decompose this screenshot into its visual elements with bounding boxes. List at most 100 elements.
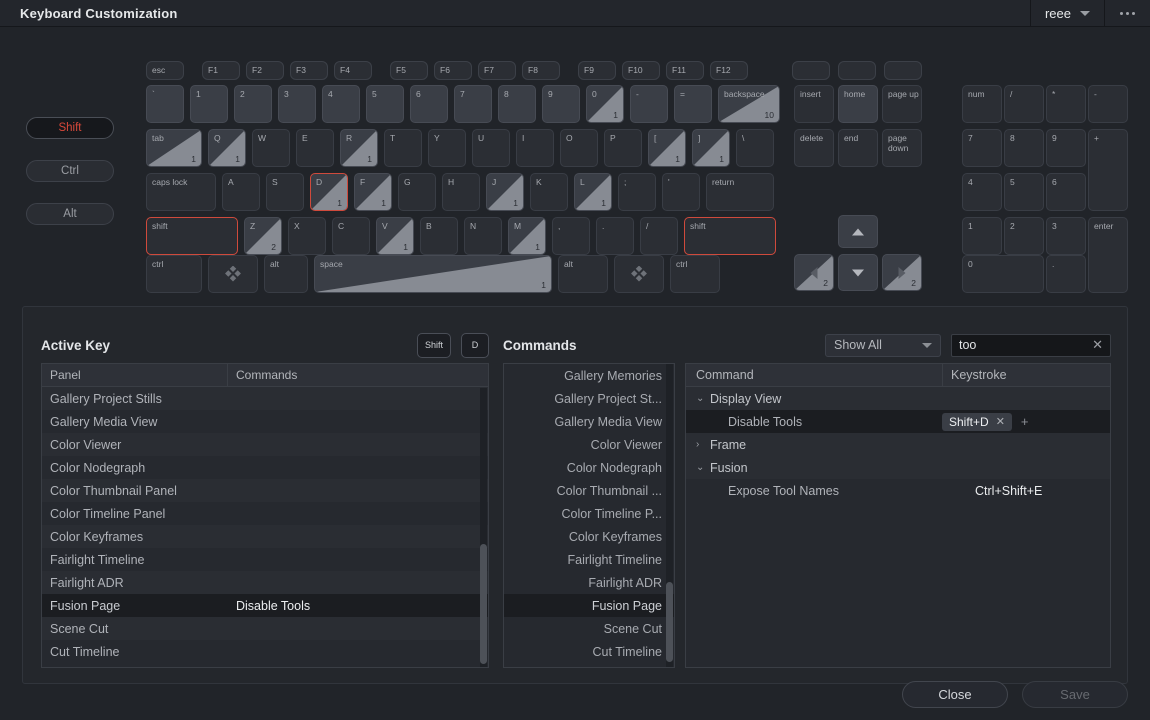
active-key-row[interactable]: Scene Cut [42, 617, 488, 640]
key-right-arrow[interactable]: 2 [882, 254, 922, 291]
key-9[interactable]: 9 [542, 85, 580, 123]
key-semicolon[interactable]: ; [618, 173, 656, 211]
key-f5[interactable]: F5 [390, 61, 428, 80]
key-backspace[interactable]: backspace 10 [718, 85, 780, 123]
key-numpad-decimal[interactable]: . [1046, 255, 1086, 293]
key-s[interactable]: S [266, 173, 304, 211]
key-numpad-9[interactable]: 9 [1046, 129, 1086, 167]
commands-panel-item[interactable]: Color Nodegraph [504, 456, 674, 479]
command-group-row[interactable]: › Frame [686, 433, 1110, 456]
key-numpad-plus[interactable]: + [1088, 129, 1128, 211]
key-o[interactable]: O [560, 129, 598, 167]
key-6[interactable]: 6 [410, 85, 448, 123]
key-a[interactable]: A [222, 173, 260, 211]
key-numpad-6[interactable]: 6 [1046, 173, 1086, 211]
key-ctrl-6[interactable]: ctrl [670, 255, 720, 293]
key-f6[interactable]: F6 [434, 61, 472, 80]
key-backtick[interactable]: ` [146, 85, 184, 123]
key-numpad-enter[interactable]: enter [1088, 217, 1128, 293]
commands-panel-item[interactable]: Scene Cut [504, 617, 674, 640]
chevron-right-icon[interactable]: › [696, 439, 710, 450]
active-key-row[interactable]: Gallery Media View [42, 410, 488, 433]
key-ctrl-0[interactable]: ctrl [146, 255, 202, 293]
plus-icon[interactable]: + [1021, 414, 1029, 429]
key-insert[interactable]: insert [794, 85, 834, 123]
key-numpad-4[interactable]: 4 [962, 173, 1002, 211]
key-f[interactable]: F1 [354, 173, 392, 211]
key-0[interactable]: 01 [586, 85, 624, 123]
command-item-row[interactable]: Expose Tool Names Ctrl+Shift+E [686, 479, 1110, 502]
commands-panel-item[interactable]: Gallery Project St... [504, 387, 674, 410]
commands-panel-item[interactable]: Gallery Memories [504, 364, 674, 387]
key-5[interactable]: 5 [366, 85, 404, 123]
panel-list-scrollbar-thumb[interactable] [666, 582, 673, 662]
key-f8[interactable]: F8 [522, 61, 560, 80]
key-blank-top-2[interactable] [884, 61, 922, 80]
key-r[interactable]: R1 [340, 129, 378, 167]
search-input[interactable]: too ✕ [951, 333, 1111, 357]
key-shift-left[interactable]: shift [146, 217, 238, 255]
key-f9[interactable]: F9 [578, 61, 616, 80]
key-q[interactable]: Q1 [208, 129, 246, 167]
key-f4[interactable]: F4 [334, 61, 372, 80]
save-button[interactable]: Save [1022, 680, 1128, 708]
key-bracket-left[interactable]: [1 [648, 129, 686, 167]
key-minus[interactable]: - [630, 85, 668, 123]
commands-panel-item[interactable]: Color Timeline P... [504, 502, 674, 525]
active-key-row[interactable]: Color Keyframes [42, 525, 488, 548]
key-numpad-8[interactable]: 8 [1004, 129, 1044, 167]
key-g[interactable]: G [398, 173, 436, 211]
active-key-row[interactable]: Fusion Page Disable Tools [42, 594, 488, 617]
key-cmd-5[interactable] [614, 255, 664, 293]
modifier-shift[interactable]: Shift [26, 117, 114, 139]
close-button[interactable]: Close [902, 680, 1008, 708]
key-f11[interactable]: F11 [666, 61, 704, 80]
show-all-dropdown[interactable]: Show All [825, 333, 941, 357]
modifier-ctrl[interactable]: Ctrl [26, 160, 114, 182]
key-esc[interactable]: esc [146, 61, 184, 80]
key-z[interactable]: Z2 [244, 217, 282, 255]
key-numpad-5[interactable]: 5 [1004, 173, 1044, 211]
key-equals[interactable]: = [674, 85, 712, 123]
key-f7[interactable]: F7 [478, 61, 516, 80]
key-end[interactable]: end [838, 129, 878, 167]
key-n[interactable]: N [464, 217, 502, 255]
key-blank-top-1[interactable] [838, 61, 876, 80]
key-cmd-1[interactable] [208, 255, 258, 293]
key-d[interactable]: D1 [310, 173, 348, 211]
key-i[interactable]: I [516, 129, 554, 167]
active-key-row[interactable]: Fairlight Timeline [42, 548, 488, 571]
commands-panel-item[interactable]: Fusion Page [504, 594, 674, 617]
commands-panel-item[interactable]: Color Viewer [504, 433, 674, 456]
active-key-row[interactable]: Cut Timeline [42, 640, 488, 663]
commands-panel-item[interactable]: Cut Timeline [504, 640, 674, 663]
key-w[interactable]: W [252, 129, 290, 167]
commands-panel-item[interactable]: Gallery Media View [504, 410, 674, 433]
key-alt-2[interactable]: alt [264, 255, 308, 293]
key-bracket-right[interactable]: ] 1 [692, 129, 730, 167]
key-home[interactable]: home [838, 85, 878, 123]
command-group-row[interactable]: ⌄ Fusion [686, 456, 1110, 479]
key-2[interactable]: 2 [234, 85, 272, 123]
active-key-row[interactable]: Color Nodegraph [42, 456, 488, 479]
key-8[interactable]: 8 [498, 85, 536, 123]
key-k[interactable]: K [530, 173, 568, 211]
active-key-row[interactable]: Color Viewer [42, 433, 488, 456]
key-numpad-1[interactable]: 1 [962, 217, 1002, 255]
key-1[interactable]: 1 [190, 85, 228, 123]
key-f12[interactable]: F12 [710, 61, 748, 80]
key-shift-right[interactable]: shift [684, 217, 776, 255]
key-slash[interactable]: / [640, 217, 678, 255]
key-backslash[interactable]: \ [736, 129, 774, 167]
commands-panel-item[interactable]: Color Keyframes [504, 525, 674, 548]
key-f1[interactable]: F1 [202, 61, 240, 80]
key-e[interactable]: E [296, 129, 334, 167]
key-blank-top-0[interactable] [792, 61, 830, 80]
key-left-arrow[interactable]: 2 [794, 254, 834, 291]
key-numpad-minus[interactable]: - [1088, 85, 1128, 123]
command-group-row[interactable]: ⌄ Display View [686, 387, 1110, 410]
active-key-row[interactable]: Color Thumbnail Panel [42, 479, 488, 502]
key-up-arrow[interactable] [838, 215, 878, 248]
key-h[interactable]: H [442, 173, 480, 211]
modifier-alt[interactable]: Alt [26, 203, 114, 225]
